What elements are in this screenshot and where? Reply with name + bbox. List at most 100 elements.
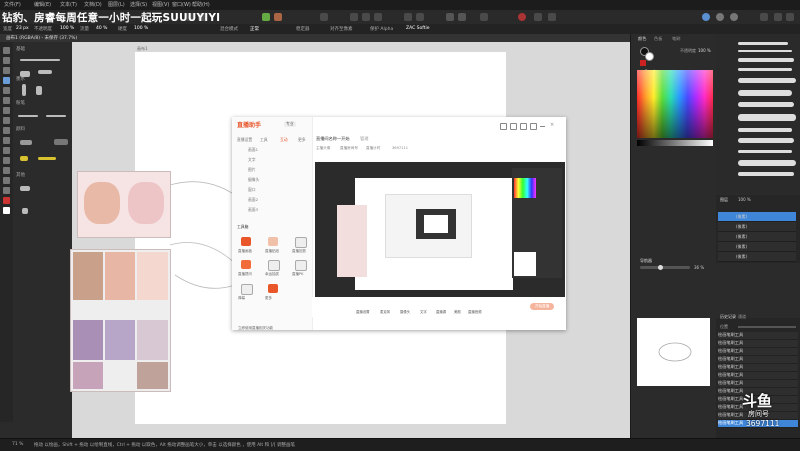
menu-document[interactable]: 文档(D) xyxy=(84,1,102,8)
layer-row[interactable]: (像素) xyxy=(718,212,796,222)
layer-row[interactable]: (像素) xyxy=(718,242,796,252)
stabilizer-toggle[interactable]: 稳定器 xyxy=(296,26,310,32)
zoom-slider[interactable] xyxy=(640,265,690,270)
background-color-icon[interactable] xyxy=(3,207,10,214)
layers-opacity[interactable]: 100 % xyxy=(738,197,751,202)
toolbar-icon[interactable] xyxy=(446,13,454,21)
toolbar-icon[interactable] xyxy=(774,13,782,21)
brush-group-label[interactable]: 基础 xyxy=(16,46,25,52)
layer-row[interactable]: (像素) xyxy=(718,252,796,262)
nav-more[interactable]: 更多 xyxy=(298,137,306,143)
brush-preset[interactable] xyxy=(16,152,70,164)
window-control-icon[interactable] xyxy=(520,123,527,130)
reference-image-bears[interactable] xyxy=(77,171,171,238)
zoom-slider-handle[interactable] xyxy=(658,265,663,270)
opacity-value[interactable]: 100 % xyxy=(60,26,74,31)
dodge-tool-icon[interactable] xyxy=(3,127,10,134)
menu-layer[interactable]: 图层(L) xyxy=(108,1,125,8)
brush-preset[interactable] xyxy=(16,136,70,148)
align-icon[interactable] xyxy=(374,13,382,21)
brush-preset[interactable] xyxy=(16,110,70,122)
toolbar-icon[interactable] xyxy=(416,13,424,21)
toolbar-icon[interactable] xyxy=(480,13,488,21)
close-icon[interactable]: × xyxy=(550,123,555,128)
smudge-tool-icon[interactable] xyxy=(3,117,10,124)
brush-name[interactable]: ZAC Softie xyxy=(406,26,430,31)
live-board-icon[interactable] xyxy=(241,237,251,246)
nav-live-settings[interactable]: 直播设置 xyxy=(237,137,252,143)
gradient-tool-icon[interactable] xyxy=(3,107,10,114)
brush-stroke-preview[interactable] xyxy=(738,160,796,166)
bottom-tool-label[interactable]: 直播音频 xyxy=(468,309,482,314)
lasso-tool-icon[interactable] xyxy=(3,67,10,74)
brush-preset[interactable] xyxy=(16,182,70,194)
hardness-value[interactable]: 100 % xyxy=(134,26,148,31)
brush-stroke-preview[interactable] xyxy=(738,78,796,83)
brush-stroke-preview[interactable] xyxy=(738,114,796,121)
layers-header[interactable]: 图层 xyxy=(720,197,728,203)
sticker-icon[interactable] xyxy=(268,237,278,246)
scene-item[interactable]: 摄像头 xyxy=(248,177,259,183)
history-item[interactable]: 绘画笔刷工具 xyxy=(718,340,798,348)
text-tool-icon[interactable] xyxy=(3,157,10,164)
scene-item[interactable]: 画面1 xyxy=(248,147,258,153)
eraser-tool-icon[interactable] xyxy=(3,87,10,94)
reference-image-grid[interactable] xyxy=(70,249,171,392)
tab-brushes[interactable]: 笔刷 xyxy=(672,36,680,42)
bottom-tool-label[interactable]: 文字 xyxy=(420,309,427,314)
nav-tools[interactable]: 工具 xyxy=(260,137,268,143)
menu-edit[interactable]: 编辑(E) xyxy=(34,1,51,8)
bottom-tool-label[interactable]: 麦克风 xyxy=(380,309,390,314)
history-item[interactable]: 绘画笔刷工具 xyxy=(718,380,798,388)
brush-preset[interactable] xyxy=(16,84,70,96)
move-tool-icon[interactable] xyxy=(3,47,10,54)
toolbar-icon[interactable] xyxy=(320,13,328,21)
minimize-icon[interactable] xyxy=(540,126,545,127)
persona-icon[interactable] xyxy=(274,13,282,21)
zoom-value[interactable]: 36 % xyxy=(694,265,704,270)
tab-swatches[interactable]: 色板 xyxy=(654,36,662,42)
scene-item[interactable]: 图片 xyxy=(248,167,256,173)
flow-value[interactable]: 40 % xyxy=(96,26,107,31)
align-icon[interactable] xyxy=(362,13,370,21)
channels-tab[interactable]: 通道 xyxy=(738,314,746,320)
status-zoom[interactable]: 71 % xyxy=(12,442,23,447)
history-header[interactable]: 历史记录 xyxy=(720,314,736,320)
bottom-tool-label[interactable]: 直播源 xyxy=(436,309,446,314)
zoom-tool-icon[interactable] xyxy=(3,187,10,194)
align-icon[interactable] xyxy=(350,13,358,21)
scene-item[interactable]: 窗口 xyxy=(248,187,256,193)
color-opacity-value[interactable]: 100 % xyxy=(698,48,711,53)
toolbar-icon[interactable] xyxy=(760,13,768,21)
brush-preset[interactable] xyxy=(16,54,70,66)
brush-stroke-preview[interactable] xyxy=(738,68,792,71)
scene-item[interactable]: 画面3 xyxy=(248,207,258,213)
brush-stroke-preview[interactable] xyxy=(738,58,794,62)
studio-icon[interactable] xyxy=(702,13,710,21)
nav-interact[interactable]: 互动 xyxy=(280,137,288,143)
go-live-button[interactable]: 开始直播 xyxy=(530,303,555,310)
brush-stroke-preview[interactable] xyxy=(738,172,794,176)
layer-row[interactable]: (像素) xyxy=(718,222,796,232)
toolbar-icon[interactable] xyxy=(534,13,542,21)
studio-icon[interactable] xyxy=(716,13,724,21)
clone-tool-icon[interactable] xyxy=(3,137,10,144)
bottom-tool-label[interactable]: 摄像头 xyxy=(400,309,410,314)
window-control-icon[interactable] xyxy=(510,123,517,130)
brush-stroke-preview[interactable] xyxy=(738,102,794,107)
brush-tool-icon[interactable] xyxy=(3,77,10,84)
fill-tool-icon[interactable] xyxy=(3,97,10,104)
history-item[interactable]: 绘画笔刷工具 xyxy=(718,364,798,372)
question-icon[interactable] xyxy=(241,260,251,269)
scene-item[interactable]: 文字 xyxy=(248,157,256,163)
brush-stroke-preview[interactable] xyxy=(738,42,788,45)
brush-stroke-preview[interactable] xyxy=(738,138,794,143)
window-control-icon[interactable] xyxy=(500,123,507,130)
record-icon[interactable] xyxy=(518,13,526,21)
brush-group-label[interactable]: 粉笔 xyxy=(16,100,25,106)
brush-stroke-preview[interactable] xyxy=(738,50,792,52)
toolbar-icon[interactable] xyxy=(548,13,556,21)
toolbar-icon[interactable] xyxy=(786,13,794,21)
menu-text[interactable]: 文本(T) xyxy=(60,1,77,8)
more-tools-icon[interactable] xyxy=(268,284,278,293)
